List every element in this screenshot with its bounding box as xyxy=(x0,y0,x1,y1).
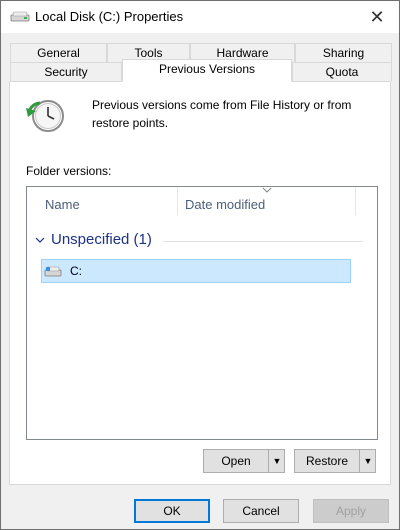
tab-quota[interactable]: Quota xyxy=(292,62,392,81)
tab-label: Tools xyxy=(134,46,163,60)
apply-button[interactable]: Apply xyxy=(313,499,389,523)
intro-text: Previous versions come from File History… xyxy=(92,98,352,130)
window-title: Local Disk (C:) Properties xyxy=(35,9,184,24)
tab-label: Previous Versions xyxy=(158,62,256,76)
close-button[interactable]: ✕ xyxy=(355,1,399,33)
group-title: Unspecified (1) xyxy=(51,231,152,248)
title-bar: Local Disk (C:) Properties ✕ xyxy=(1,1,399,33)
open-button-label[interactable]: Open xyxy=(204,450,268,472)
previous-versions-panel: Previous versions come from File History… xyxy=(9,81,391,485)
properties-dialog: Local Disk (C:) Properties ✕ General Too… xyxy=(0,0,400,530)
tab-general[interactable]: General xyxy=(10,43,107,62)
drive-icon xyxy=(10,11,30,22)
tab-label: Quota xyxy=(325,65,359,79)
cancel-button[interactable]: Cancel xyxy=(223,499,299,523)
sort-chevron-icon xyxy=(262,187,272,193)
close-icon: ✕ xyxy=(369,7,385,27)
tab-sharing[interactable]: Sharing xyxy=(295,43,392,62)
tab-label: Security xyxy=(44,65,88,79)
folder-versions-label: Folder versions: xyxy=(26,164,112,178)
column-separator[interactable] xyxy=(355,187,356,215)
tab-security[interactable]: Security xyxy=(10,62,122,81)
chevron-down-icon[interactable] xyxy=(35,235,45,245)
restore-button-label[interactable]: Restore xyxy=(295,450,359,472)
dropdown-arrow-icon[interactable]: ▼ xyxy=(360,450,376,472)
open-button[interactable]: Open ▼ xyxy=(203,449,285,473)
restore-button[interactable]: Restore ▼ xyxy=(294,449,376,473)
tab-label: General xyxy=(37,46,80,60)
column-separator[interactable] xyxy=(177,187,178,215)
tab-label: Sharing xyxy=(322,46,365,60)
list-item[interactable]: C: xyxy=(41,259,351,283)
group-unspecified[interactable]: Unspecified (1) xyxy=(33,231,371,251)
column-header-name[interactable]: Name xyxy=(45,197,80,212)
column-header-date-modified[interactable]: Date modified xyxy=(185,197,265,212)
item-name: C: xyxy=(70,264,82,278)
tab-label: Hardware xyxy=(216,46,269,60)
versions-list[interactable]: Name Date modified Unspecified (1) C: xyxy=(26,186,378,440)
drive-icon xyxy=(44,266,62,277)
ok-button[interactable]: OK xyxy=(134,499,210,523)
group-divider xyxy=(163,241,363,242)
tab-previous-versions[interactable]: Previous Versions xyxy=(122,59,292,82)
clock-restore-icon xyxy=(26,100,64,132)
dropdown-arrow-icon[interactable]: ▼ xyxy=(269,450,285,472)
